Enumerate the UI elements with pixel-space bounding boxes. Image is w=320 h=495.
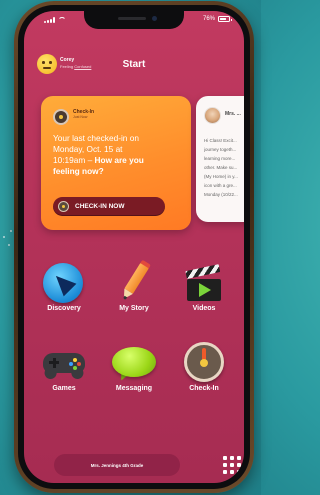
app-label: Check-In	[189, 385, 219, 392]
message-time: 10:19am –	[53, 155, 95, 165]
class-name: Mrs. Jennings 4th Grade	[90, 462, 144, 468]
gauge-icon	[58, 201, 69, 212]
gamepad-icon	[43, 353, 85, 381]
class-selector[interactable]: Mrs. Jennings 4th Grade	[54, 454, 180, 476]
wifi-icon	[58, 17, 66, 23]
checkin-message: Your last checked-in on Monday, Oct. 15 …	[53, 133, 185, 177]
app-label: Messaging	[115, 385, 153, 392]
speaker-grille	[118, 17, 146, 20]
header: Corey Feeling Confused Start	[24, 51, 244, 81]
app-messaging[interactable]: Messaging	[99, 341, 169, 392]
app-screen: 76% Corey Feeling Confused Start Check-I…	[24, 11, 244, 483]
status-bar-left	[44, 17, 66, 23]
card-subtitle: Just Now	[73, 115, 88, 119]
teacher-message-line: (My Home) in y...	[204, 174, 238, 179]
app-videos[interactable]: Videos	[169, 261, 239, 312]
gauge-icon	[53, 109, 69, 125]
teacher-message: Hi Class! Excit... journey togeth... lea…	[204, 136, 244, 199]
message-question: How are you	[94, 155, 144, 165]
message-line: Monday, Oct. 15 at	[53, 144, 123, 154]
speech-bubble-icon	[112, 347, 156, 377]
teacher-avatar	[204, 107, 221, 124]
app-discovery[interactable]: Discovery	[29, 261, 99, 312]
grid-menu-icon[interactable]	[223, 456, 241, 474]
app-label: Games	[52, 385, 76, 392]
status-bar-right: 76%	[202, 16, 232, 22]
checkin-now-label: CHECK-IN NOW	[75, 203, 125, 210]
app-games[interactable]: Games	[29, 341, 99, 392]
gauge-icon	[184, 342, 224, 382]
pencil-icon	[119, 259, 151, 303]
app-check-in[interactable]: Check-In	[169, 341, 239, 392]
app-label: Discovery	[47, 305, 81, 312]
battery-percent: 76%	[202, 16, 215, 22]
page-title: Start	[122, 59, 146, 70]
checkin-card[interactable]: Check-In Just Now Your last checked-in o…	[41, 96, 191, 230]
app-label: Videos	[192, 305, 216, 312]
checkin-now-button[interactable]: CHECK-IN NOW	[53, 197, 165, 216]
teacher-message-line: icon with a gre...	[204, 183, 237, 188]
front-camera	[152, 16, 157, 21]
battery-icon	[218, 16, 232, 22]
app-my-story[interactable]: My Story	[99, 259, 169, 312]
message-line: 10:19am – How are you	[53, 155, 185, 166]
teacher-name: Mrs. ...	[225, 111, 241, 117]
message-line: Your last checked-in on	[53, 133, 139, 143]
app-label: My Story	[119, 305, 149, 312]
teacher-message-line: Hi Class! Excit...	[204, 138, 237, 143]
teacher-message-line: journey togeth...	[204, 147, 237, 152]
teacher-message-card[interactable]: Mrs. ... Hi Class! Excit... journey toge…	[196, 96, 244, 222]
phone-frame: 76% Corey Feeling Confused Start Check-I…	[14, 1, 254, 493]
message-question: feeling now?	[53, 166, 104, 176]
teacher-message-line: other. Make su...	[204, 165, 238, 170]
clapperboard-icon	[185, 264, 221, 301]
teacher-message-line: Monday (10/22...	[204, 192, 238, 197]
notch	[84, 11, 184, 29]
teacher-message-line: learning more...	[204, 156, 236, 161]
navigation-arrow-icon	[43, 263, 83, 303]
signal-icon	[44, 17, 55, 23]
